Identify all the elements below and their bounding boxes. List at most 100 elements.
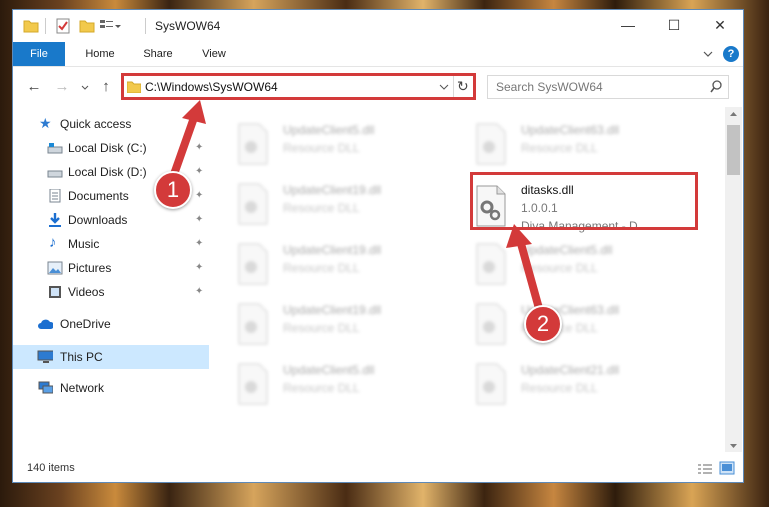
sidebar-item-local-disk-c[interactable]: Local Disk (C:) ✦ — [13, 137, 209, 159]
customize-toolbar-icon[interactable] — [99, 18, 121, 34]
pin-icon: ✦ — [195, 166, 204, 177]
sidebar-item-quick-access[interactable]: ★ Quick access — [13, 113, 209, 135]
file-description: Resource DLL — [283, 141, 360, 155]
file-item[interactable]: UpdateClient63.dll Resource DLL — [449, 119, 669, 171]
scroll-down-icon[interactable] — [729, 443, 738, 449]
file-name: UpdateClient19.dll — [283, 303, 382, 317]
pin-icon: ✦ — [195, 190, 204, 201]
file-name: UpdateClient21.dll — [521, 363, 620, 377]
window-title: SysWOW64 — [155, 19, 221, 33]
divider — [145, 18, 146, 34]
minimize-button[interactable]: — — [605, 10, 651, 40]
search-placeholder: Search SysWOW64 — [496, 80, 603, 94]
search-input[interactable]: Search SysWOW64 — [487, 75, 729, 99]
file-item[interactable]: UpdateClient5.dll Resource DLL — [211, 119, 431, 171]
tab-home[interactable]: Home — [77, 42, 123, 66]
pin-icon: ✦ — [195, 142, 204, 153]
sidebar-item-label: Quick access — [60, 117, 132, 131]
status-bar: 140 items — [13, 457, 743, 482]
file-list: UpdateClient5.dll Resource DLL UpdateCli… — [211, 107, 725, 447]
sidebar-item-downloads[interactable]: Downloads ✦ — [13, 209, 209, 231]
dll-file-icon — [238, 123, 268, 165]
dll-file-icon — [476, 243, 506, 285]
details-view-icon[interactable] — [697, 463, 713, 475]
dll-file-icon — [476, 303, 506, 345]
forward-arrow-icon[interactable]: → — [53, 79, 71, 95]
pin-icon: ✦ — [195, 286, 204, 297]
dll-file-icon — [238, 183, 268, 225]
scroll-up-icon[interactable] — [729, 111, 738, 117]
sidebar-item-label: Local Disk (C:) — [68, 141, 147, 155]
close-button[interactable]: ✕ — [697, 10, 743, 40]
computer-icon — [37, 350, 53, 363]
help-icon[interactable]: ? — [723, 46, 739, 62]
up-arrow-icon[interactable]: ↑ — [97, 79, 115, 95]
file-name: UpdateClient5.dll — [521, 243, 613, 257]
file-highlight — [470, 172, 698, 230]
sidebar-item-label: Documents — [68, 189, 129, 203]
sidebar-item-label: Network — [60, 381, 105, 395]
file-item[interactable]: UpdateClient5.dll Resource DLL — [449, 239, 669, 291]
dll-file-icon — [476, 363, 506, 405]
sidebar-item-onedrive[interactable]: OneDrive — [13, 313, 209, 335]
file-description: Resource DLL — [283, 381, 360, 395]
tab-share[interactable]: Share — [135, 42, 181, 66]
sidebar-item-pictures[interactable]: Pictures ✦ — [13, 257, 209, 279]
sidebar-item-label: Pictures — [68, 261, 112, 275]
sidebar-item-music[interactable]: ♪ Music ✦ — [13, 233, 209, 255]
sidebar-item-network[interactable]: Network — [13, 377, 209, 399]
file-item[interactable]: UpdateClient5.dll Resource DLL — [211, 359, 431, 411]
tab-view[interactable]: View — [191, 42, 237, 66]
dll-file-icon — [238, 243, 268, 285]
new-folder-icon[interactable] — [79, 18, 95, 34]
maximize-button[interactable]: ☐ — [651, 10, 697, 40]
file-item[interactable]: UpdateClient19.dll Resource DLL — [211, 239, 431, 291]
file-item[interactable]: UpdateClient19.dll Resource DLL — [211, 299, 431, 351]
sidebar-item-label: This PC — [60, 350, 103, 364]
address-bar-highlight — [121, 73, 476, 100]
file-item[interactable]: UpdateClient21.dll Resource DLL — [449, 359, 669, 411]
ribbon-tabs: File Home Share View ? — [13, 42, 743, 67]
properties-icon[interactable] — [55, 18, 71, 34]
file-name: UpdateClient19.dll — [283, 183, 382, 197]
file-name: UpdateClient19.dll — [283, 243, 382, 257]
sidebar-item-label: Videos — [68, 285, 105, 299]
file-description: Resource DLL — [283, 321, 360, 335]
file-description: Resource DLL — [521, 141, 598, 155]
cloud-icon — [38, 319, 53, 329]
dll-file-icon — [238, 303, 268, 345]
sidebar-item-label: OneDrive — [60, 317, 111, 331]
scrollbar-thumb[interactable] — [727, 125, 740, 175]
sidebar-item-this-pc[interactable]: This PC — [13, 345, 209, 369]
divider — [45, 18, 46, 34]
drive-icon — [47, 143, 63, 154]
vertical-scrollbar[interactable] — [725, 107, 742, 452]
back-arrow-icon[interactable]: ← — [25, 79, 43, 95]
sidebar-item-label: Downloads — [68, 213, 128, 227]
sidebar-item-videos[interactable]: Videos ✦ — [13, 281, 209, 303]
pictures-icon — [47, 261, 63, 275]
dll-file-icon — [238, 363, 268, 405]
navigation-pane: ★ Quick access Local Disk (C:) ✦ Local D… — [13, 107, 209, 447]
dll-file-icon — [476, 123, 506, 165]
pin-icon: ✦ — [195, 214, 204, 225]
file-name: UpdateClient5.dll — [283, 363, 375, 377]
file-description: Resource DLL — [521, 261, 598, 275]
sidebar-item-label: Local Disk (D:) — [68, 165, 147, 179]
pin-icon: ✦ — [195, 262, 204, 273]
title-bar: SysWOW64 — ☐ ✕ — [13, 10, 743, 42]
callout-2: 2 — [524, 305, 562, 343]
chevron-down-icon[interactable] — [703, 50, 713, 58]
file-description: Resource DLL — [521, 381, 598, 395]
file-description: Resource DLL — [283, 201, 360, 215]
folder-icon — [23, 20, 39, 33]
file-item[interactable]: UpdateClient19.dll Resource DLL — [211, 179, 431, 231]
recent-locations-chevron-icon[interactable] — [81, 85, 89, 91]
documents-icon — [49, 189, 61, 203]
search-icon[interactable] — [710, 80, 723, 93]
file-name: UpdateClient63.dll — [521, 123, 620, 137]
item-count: 140 items — [27, 462, 75, 474]
drive-icon — [47, 170, 63, 178]
large-icons-view-icon[interactable] — [719, 461, 735, 475]
tab-file[interactable]: File — [13, 42, 65, 66]
